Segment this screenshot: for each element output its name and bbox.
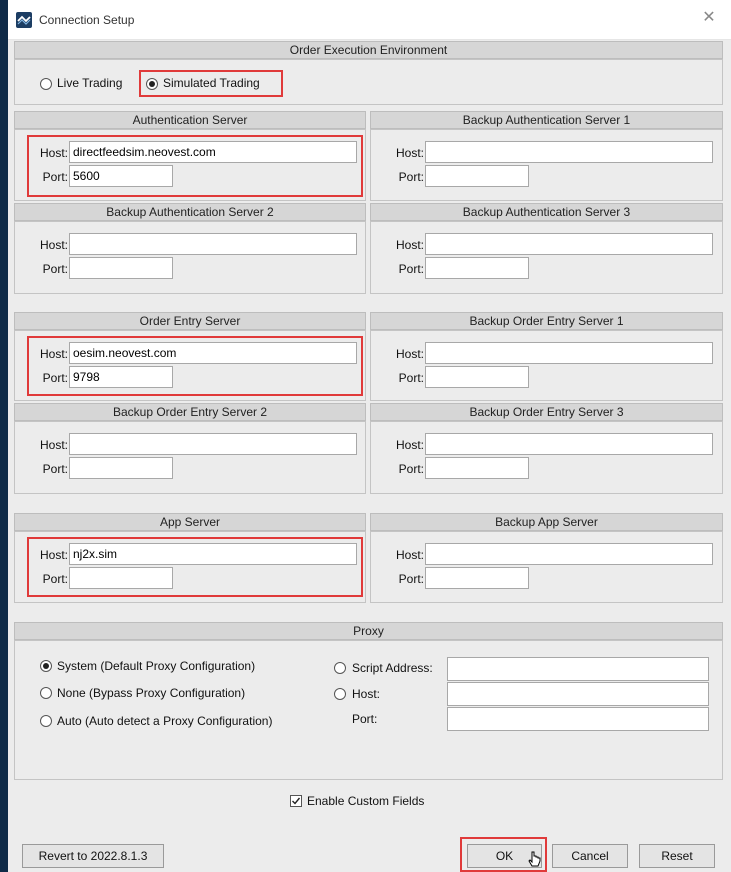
auth-backup3-port-label: Port: [398, 262, 424, 276]
proxy-script-radio[interactable] [334, 662, 346, 674]
app-backup-host-label: Host: [395, 548, 424, 562]
auth-primary-host-label: Host: [39, 146, 68, 160]
order-backup1-port-label: Port: [398, 371, 424, 385]
auth-backup2-host-label: Host: [39, 238, 68, 252]
proxy-auto-label: Auto (Auto detect a Proxy Configuration) [57, 714, 273, 728]
auth-primary-port-input[interactable] [69, 165, 173, 187]
app-primary-port-label: Port: [42, 572, 68, 586]
order-primary-host-label: Host: [39, 347, 68, 361]
auth-backup1-box [370, 129, 723, 201]
simulated-trading-label: Simulated Trading [163, 76, 260, 90]
auth-backup3-header: Backup Authentication Server 3 [370, 203, 723, 221]
order-backup3-port-label: Port: [398, 462, 424, 476]
order-backup2-port-input[interactable] [69, 457, 173, 479]
order-backup3-header: Backup Order Entry Server 3 [370, 403, 723, 421]
order-backup1-box [370, 330, 723, 401]
auth-backup2-host-input[interactable] [69, 233, 357, 255]
app-backup-header: Backup App Server [370, 513, 723, 531]
cancel-button[interactable]: Cancel [552, 844, 628, 868]
order-primary-port-input[interactable] [69, 366, 173, 388]
order-backup2-header: Backup Order Entry Server 2 [14, 403, 366, 421]
auth-primary-host-input[interactable] [69, 141, 357, 163]
app-logo-icon [16, 12, 32, 28]
simulated-trading-radio[interactable] [146, 78, 158, 90]
order-backup3-host-input[interactable] [425, 433, 713, 455]
order-primary-host-input[interactable] [69, 342, 357, 364]
live-trading-label: Live Trading [57, 76, 123, 90]
app-primary-port-input[interactable] [69, 567, 173, 589]
custom-fields-label: Enable Custom Fields [307, 794, 425, 808]
window-title: Connection Setup [39, 13, 135, 27]
checkmark-icon [292, 797, 301, 805]
auth-backup2-header: Backup Authentication Server 2 [14, 203, 366, 221]
auth-backup1-host-input[interactable] [425, 141, 713, 163]
proxy-script-input[interactable] [447, 657, 709, 681]
proxy-host-input[interactable] [447, 682, 709, 706]
order-backup2-host-input[interactable] [69, 433, 357, 455]
title-bar: Connection Setup ✕ [8, 0, 731, 40]
proxy-host-label: Host: [352, 687, 381, 701]
proxy-system-radio[interactable] [40, 660, 52, 672]
order-primary-port-label: Port: [42, 371, 68, 385]
proxy-port-input[interactable] [447, 707, 709, 731]
proxy-auto-radio[interactable] [40, 715, 52, 727]
order-backup1-host-input[interactable] [425, 342, 713, 364]
app-backup-host-input[interactable] [425, 543, 713, 565]
revert-button[interactable]: Revert to 2022.8.1.3 [22, 844, 164, 868]
app-backup-port-label: Port: [398, 572, 424, 586]
live-trading-radio[interactable] [40, 78, 52, 90]
order-backup2-box [14, 421, 366, 494]
auth-backup1-header: Backup Authentication Server 1 [370, 111, 723, 129]
auth-backup3-host-input[interactable] [425, 233, 713, 255]
auth-backup3-box [370, 221, 723, 294]
auth-backup3-port-input[interactable] [425, 257, 529, 279]
env-header: Order Execution Environment [14, 41, 723, 59]
app-primary-host-input[interactable] [69, 543, 357, 565]
order-primary-header: Order Entry Server [14, 312, 366, 330]
proxy-header: Proxy [14, 622, 723, 640]
order-backup1-port-input[interactable] [425, 366, 529, 388]
order-primary-box [14, 330, 366, 401]
auth-backup1-port-input[interactable] [425, 165, 529, 187]
auth-primary-box [14, 129, 366, 201]
app-primary-host-label: Host: [39, 548, 68, 562]
auth-backup3-host-label: Host: [395, 238, 424, 252]
order-backup2-port-label: Port: [42, 462, 68, 476]
close-icon[interactable]: ✕ [701, 10, 717, 26]
proxy-system-label: System (Default Proxy Configuration) [57, 659, 256, 673]
proxy-host-radio[interactable] [334, 688, 346, 700]
reset-button[interactable]: Reset [639, 844, 715, 868]
order-backup3-host-label: Host: [395, 438, 424, 452]
connection-setup-window: Connection Setup ✕ Order Execution Envir… [8, 0, 731, 872]
order-backup3-port-input[interactable] [425, 457, 529, 479]
proxy-none-radio[interactable] [40, 687, 52, 699]
app-backup-port-input[interactable] [425, 567, 529, 589]
proxy-port-label: Port: [352, 712, 378, 726]
auth-backup2-box [14, 221, 366, 294]
order-backup3-box [370, 421, 723, 494]
auth-primary-port-label: Port: [42, 170, 68, 184]
order-backup1-header: Backup Order Entry Server 1 [370, 312, 723, 330]
app-primary-box [14, 531, 366, 603]
proxy-none-label: None (Bypass Proxy Configuration) [57, 686, 246, 700]
ok-button[interactable]: OK [467, 844, 542, 868]
auth-primary-header: Authentication Server [14, 111, 366, 129]
auth-backup2-port-label: Port: [42, 262, 68, 276]
custom-fields-checkbox[interactable] [290, 795, 302, 807]
auth-backup1-host-label: Host: [395, 146, 424, 160]
proxy-script-label: Script Address: [352, 661, 433, 675]
app-primary-header: App Server [14, 513, 366, 531]
order-backup2-host-label: Host: [39, 438, 68, 452]
app-backup-box [370, 531, 723, 603]
auth-backup2-port-input[interactable] [69, 257, 173, 279]
order-backup1-host-label: Host: [395, 347, 424, 361]
auth-backup1-port-label: Port: [398, 170, 424, 184]
